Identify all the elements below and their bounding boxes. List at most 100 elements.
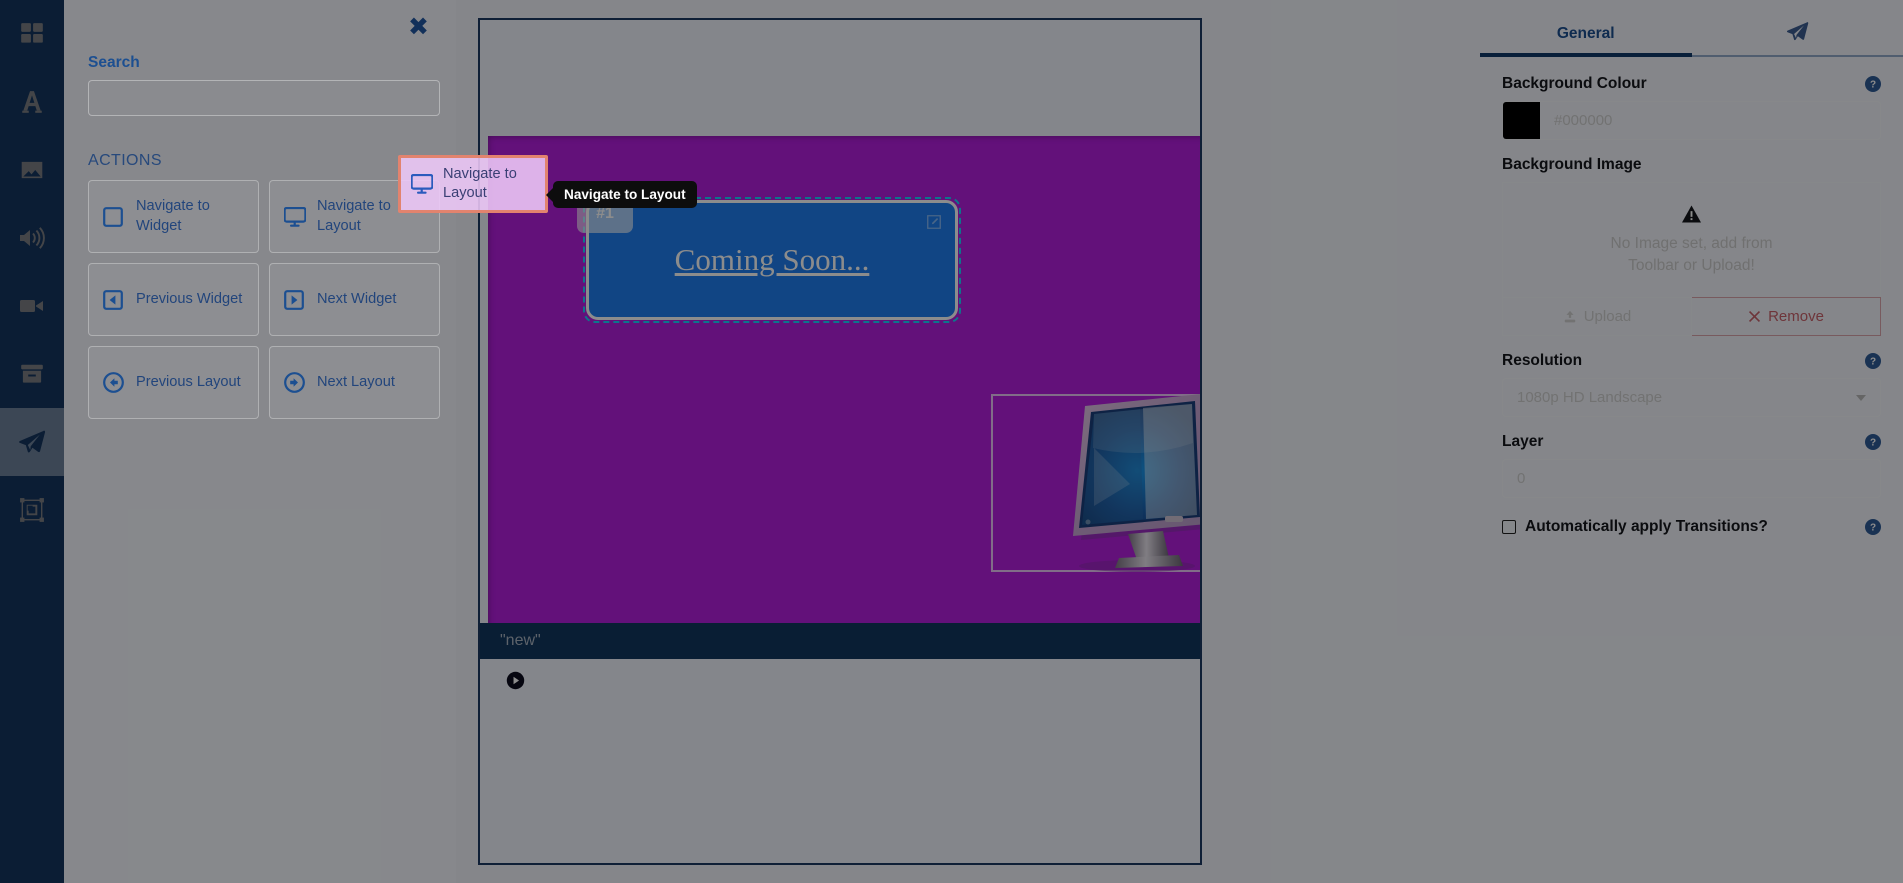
background-image-empty-state: No Image set, add from Toolbar or Upload… xyxy=(1502,182,1881,297)
left-toolbar-rail xyxy=(0,0,64,883)
sidebar-item-library[interactable] xyxy=(0,340,64,408)
background-colour-value[interactable]: #000000 xyxy=(1540,102,1880,139)
tab-general[interactable]: General xyxy=(1480,25,1692,55)
layout-region-background[interactable]: Coming Soon... #1 xyxy=(488,136,1200,623)
help-icon[interactable]: ? xyxy=(1865,519,1881,535)
editor-canvas[interactable]: Coming Soon... #1 xyxy=(480,20,1200,623)
action-label: Previous Widget xyxy=(136,290,242,309)
background-image-message-line2: Toolbar or Upload! xyxy=(1513,255,1870,277)
help-icon[interactable]: ? xyxy=(1865,434,1881,450)
action-previous-layout[interactable]: Previous Layout xyxy=(88,346,259,419)
sidebar-item-actions[interactable] xyxy=(0,408,64,476)
remove-button[interactable]: Remove xyxy=(1692,297,1881,336)
action-next-layout[interactable]: Next Layout xyxy=(269,346,440,419)
properties-body: Background Colour ? #000000 Background I… xyxy=(1480,57,1903,536)
audio-icon xyxy=(18,225,46,251)
grid-widgets-icon xyxy=(19,21,45,47)
layout-name: "new" xyxy=(500,632,541,650)
sidebar-item-text[interactable] xyxy=(0,68,64,136)
layout-name-bar: "new" xyxy=(480,623,1200,659)
tab-general-label: General xyxy=(1557,25,1615,42)
background-image-buttons: Upload Remove xyxy=(1502,297,1881,336)
play-icon[interactable] xyxy=(506,671,525,690)
image-icon xyxy=(19,157,45,183)
resolution-select[interactable]: 1080p HD Landscape xyxy=(1502,378,1881,417)
background-image-title: Background Image xyxy=(1502,156,1642,174)
sidebar-item-image[interactable] xyxy=(0,136,64,204)
background-colour-title: Background Colour xyxy=(1502,75,1647,93)
search-input[interactable] xyxy=(88,80,440,116)
action-previous-widget[interactable]: Previous Widget xyxy=(88,263,259,336)
paper-plane-icon xyxy=(18,428,46,456)
app-root: Coming Soon... #1 xyxy=(0,0,1903,883)
warning-triangle-icon xyxy=(1513,205,1870,223)
svg-text:?: ? xyxy=(1870,80,1876,91)
close-icon xyxy=(1748,310,1761,323)
video-icon xyxy=(18,293,46,319)
transitions-control[interactable]: Automatically apply Transitions? xyxy=(1502,518,1768,536)
archive-icon xyxy=(19,361,45,387)
action-label: Navigate to Widget xyxy=(136,197,244,236)
chevron-down-icon xyxy=(1856,395,1866,401)
remove-label: Remove xyxy=(1768,308,1824,325)
colour-swatch[interactable] xyxy=(1503,102,1540,139)
step-forward-icon xyxy=(284,290,306,310)
action-label: Next Layout xyxy=(317,373,395,392)
arrow-left-circle-icon xyxy=(103,372,125,393)
transitions-checkbox[interactable] xyxy=(1502,520,1516,534)
layout-editor: Coming Soon... #1 xyxy=(478,18,1202,865)
text-icon xyxy=(19,89,45,115)
action-next-widget[interactable]: Next Widget xyxy=(269,263,440,336)
drag-ghost-label: Navigate to Layout xyxy=(443,165,535,204)
sidebar-item-region[interactable] xyxy=(0,476,64,544)
widget-text-coming-soon[interactable]: Coming Soon... xyxy=(586,200,958,320)
background-image-header: Background Image xyxy=(1502,156,1881,174)
monitor-icon xyxy=(284,207,306,227)
resolution-value: 1080p HD Landscape xyxy=(1517,389,1662,406)
layer-title: Layer xyxy=(1502,433,1543,451)
editor-playback-bar xyxy=(480,659,1200,701)
region-frame-icon xyxy=(19,497,45,523)
background-colour-header: Background Colour ? xyxy=(1502,75,1881,93)
layer-header: Layer ? xyxy=(1502,433,1881,451)
layer-input[interactable]: 0 xyxy=(1502,459,1881,498)
background-image-message-line1: No Image set, add from xyxy=(1513,233,1870,255)
resolution-header: Resolution ? xyxy=(1502,352,1881,370)
actions-grid: Navigate to Widget Navigate to Layout Pr… xyxy=(88,180,440,419)
upload-button[interactable]: Upload xyxy=(1502,297,1692,336)
svg-text:?: ? xyxy=(1870,357,1876,368)
widget-text-content: Coming Soon... xyxy=(675,242,870,278)
drag-ghost-navigate-to-layout[interactable]: Navigate to Layout xyxy=(398,155,548,213)
arrow-right-circle-icon xyxy=(284,372,306,393)
help-icon[interactable]: ? xyxy=(1865,353,1881,369)
action-navigate-to-widget[interactable]: Navigate to Widget xyxy=(88,180,259,253)
paper-plane-icon xyxy=(1786,23,1809,40)
drag-tooltip: Navigate to Layout xyxy=(553,181,697,208)
upload-label: Upload xyxy=(1584,308,1632,325)
background-colour-field[interactable]: #000000 xyxy=(1502,101,1881,140)
monitor-illustration xyxy=(1033,388,1200,583)
actions-heading: ACTIONS xyxy=(88,152,432,170)
transitions-label: Automatically apply Transitions? xyxy=(1525,518,1768,536)
square-outline-icon xyxy=(103,207,125,227)
close-icon[interactable]: ✖ xyxy=(408,14,429,39)
sidebar-item-video[interactable] xyxy=(0,272,64,340)
svg-text:?: ? xyxy=(1870,438,1876,449)
svg-text:?: ? xyxy=(1870,523,1876,534)
step-back-icon xyxy=(103,290,125,310)
transitions-row: Automatically apply Transitions? ? xyxy=(1502,518,1881,536)
edit-widget-icon[interactable] xyxy=(924,212,944,232)
layer-value: 0 xyxy=(1517,470,1525,487)
upload-icon xyxy=(1563,310,1577,324)
sidebar-item-audio[interactable] xyxy=(0,204,64,272)
widget-image-monitor[interactable] xyxy=(991,394,1200,572)
action-label: Previous Layout xyxy=(136,373,241,392)
toolbar-flyout: ✖ Search ACTIONS Navigate to Widget Navi… xyxy=(64,0,456,883)
action-label: Next Widget xyxy=(317,290,396,309)
properties-panel: General Background Colour ? #000000 Back… xyxy=(1480,0,1903,883)
tab-actions[interactable] xyxy=(1692,20,1903,55)
resolution-title: Resolution xyxy=(1502,352,1582,370)
search-label: Search xyxy=(88,54,432,72)
help-icon[interactable]: ? xyxy=(1865,76,1881,92)
sidebar-item-widgets[interactable] xyxy=(0,0,64,68)
